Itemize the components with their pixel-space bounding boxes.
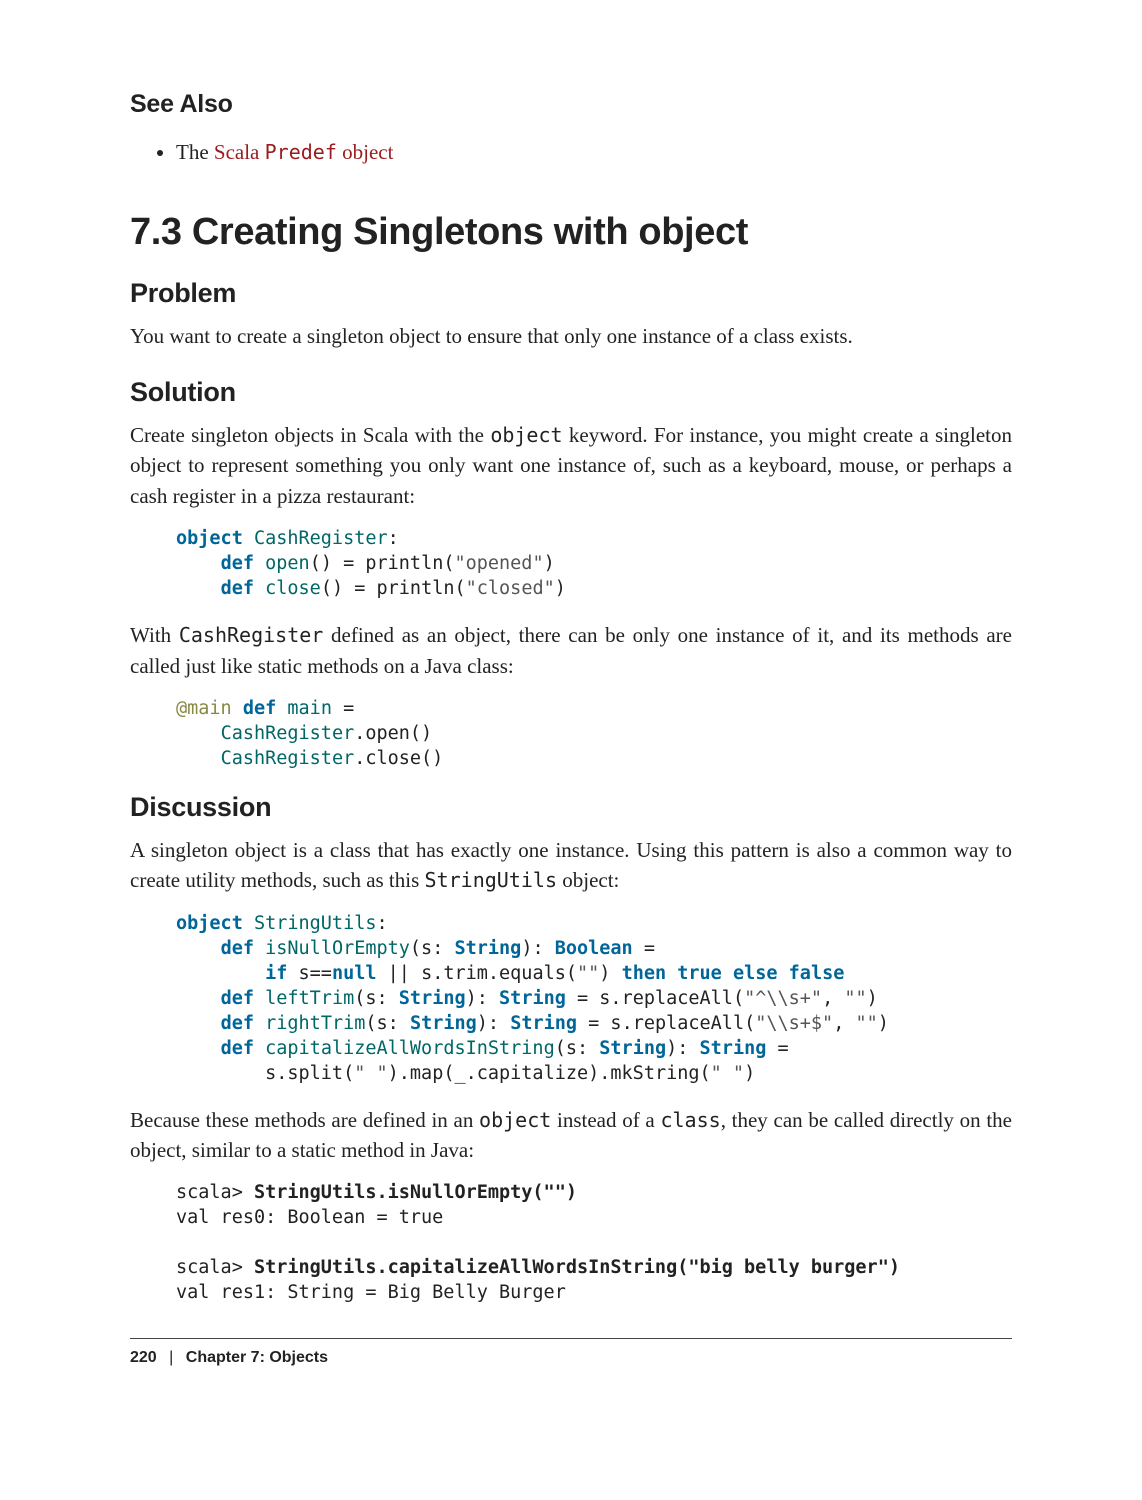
see-also-prefix: The [176, 140, 214, 164]
solution-heading: Solution [130, 377, 1012, 408]
solution-p2: With CashRegister defined as an object, … [130, 620, 1012, 681]
discussion-heading: Discussion [130, 792, 1012, 823]
footer-rule [130, 1338, 1012, 1339]
code-main-usage: @main def main = CashRegister.open() Cas… [176, 697, 1012, 772]
discussion-p2: Because these methods are defined in an … [130, 1105, 1012, 1166]
page-number: 220 [130, 1349, 157, 1366]
code-cashregister-def: object CashRegister: def open() = printl… [176, 527, 1012, 602]
code-stringutils: object StringUtils: def isNullOrEmpty(s:… [176, 912, 1012, 1087]
section-title: 7.3 Creating Singletons with object [130, 211, 1012, 254]
page: See Also The Scala Predef object 7.3 Cre… [0, 0, 1142, 1500]
see-also-item: The Scala Predef object [176, 137, 1012, 169]
see-also-heading: See Also [130, 90, 1012, 119]
code-repl: scala> StringUtils.isNullOrEmpty("") val… [176, 1181, 1012, 1306]
see-also-list: The Scala Predef object [130, 137, 1012, 169]
problem-heading: Problem [130, 278, 1012, 309]
page-footer: 220 | Chapter 7: Objects [130, 1349, 1012, 1367]
chapter-label: Chapter 7: Objects [186, 1349, 328, 1366]
footer-separator: | [169, 1349, 173, 1366]
problem-text: You want to create a singleton object to… [130, 321, 1012, 351]
discussion-p1: A singleton object is a class that has e… [130, 835, 1012, 896]
solution-p1: Create singleton objects in Scala with t… [130, 420, 1012, 511]
scala-predef-link[interactable]: Scala Predef object [214, 140, 394, 164]
